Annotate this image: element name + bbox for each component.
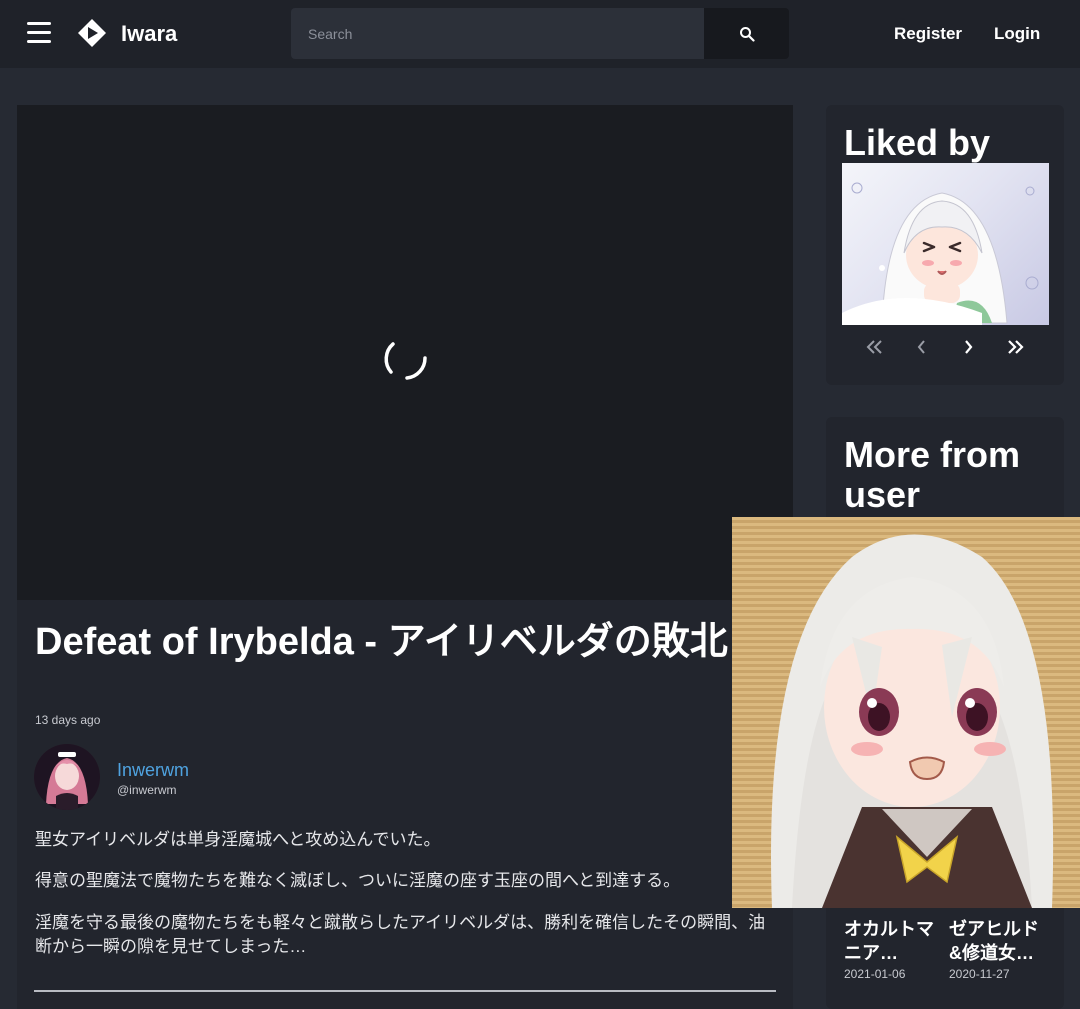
divider <box>34 990 776 992</box>
liked-user-image <box>842 182 1039 325</box>
avatar-image <box>34 744 100 810</box>
more-video-date: 2021-01-06 <box>844 967 906 981</box>
login-link[interactable]: Login <box>994 24 1040 44</box>
double-chevron-right-icon <box>1008 340 1024 354</box>
video-info-panel: Defeat of Irybelda - アイリベルダの敗北 13 days a… <box>17 600 793 1009</box>
more-from-user-title: More from user <box>844 434 1021 515</box>
video-title: Defeat of Irybelda - アイリベルダの敗北 <box>35 621 728 663</box>
more-video-title[interactable]: ゼアヒルド&修道女… <box>949 917 1044 965</box>
top-navbar: Iwara Register Login <box>0 0 1080 68</box>
anime-character-image <box>771 534 1054 908</box>
liked-by-title: Liked by <box>844 122 991 163</box>
next-page-button[interactable] <box>954 333 982 361</box>
description-paragraph: 得意の聖魔法で魔物たちを難なく滅ぼし、ついに淫魔の座す玉座の間へと到達する。 <box>35 871 681 890</box>
description-paragraph: 聖女アイリベルダは単身淫魔城へと攻め込んでいた。 <box>35 830 441 849</box>
floating-picture-in-picture-image[interactable] <box>732 517 1080 908</box>
register-link[interactable]: Register <box>894 24 962 44</box>
author-avatar[interactable] <box>34 744 100 810</box>
double-chevron-left-icon <box>866 340 882 354</box>
video-player[interactable] <box>17 105 793 600</box>
chevron-left-icon <box>917 340 925 354</box>
liked-by-card: Liked by <box>826 105 1064 385</box>
search-icon <box>739 26 755 42</box>
liked-by-user-avatar[interactable] <box>842 163 1049 325</box>
author-handle: @inwerwm <box>117 783 177 797</box>
description-paragraph: 淫魔を守る最後の魔物たちをも軽々と蹴散らしたアイリベルダは、勝利を確信したその瞬… <box>35 913 766 956</box>
last-page-button[interactable] <box>1001 333 1029 361</box>
more-video-date: 2020-11-27 <box>949 967 1010 981</box>
author-name-link[interactable]: Inwerwm <box>117 760 189 781</box>
previous-page-button[interactable] <box>908 333 936 361</box>
video-posted-date: 13 days ago <box>35 713 101 727</box>
brand-name[interactable]: Iwara <box>121 21 177 47</box>
iwara-logo-icon[interactable] <box>77 18 107 48</box>
first-page-button[interactable] <box>861 333 889 361</box>
search-input[interactable] <box>291 8 704 59</box>
loading-spinner-icon <box>384 342 427 380</box>
more-video-title[interactable]: オカルトマニア… <box>844 917 939 965</box>
menu-icon[interactable] <box>27 22 51 44</box>
search-button[interactable] <box>704 8 789 59</box>
chevron-right-icon <box>965 340 973 354</box>
